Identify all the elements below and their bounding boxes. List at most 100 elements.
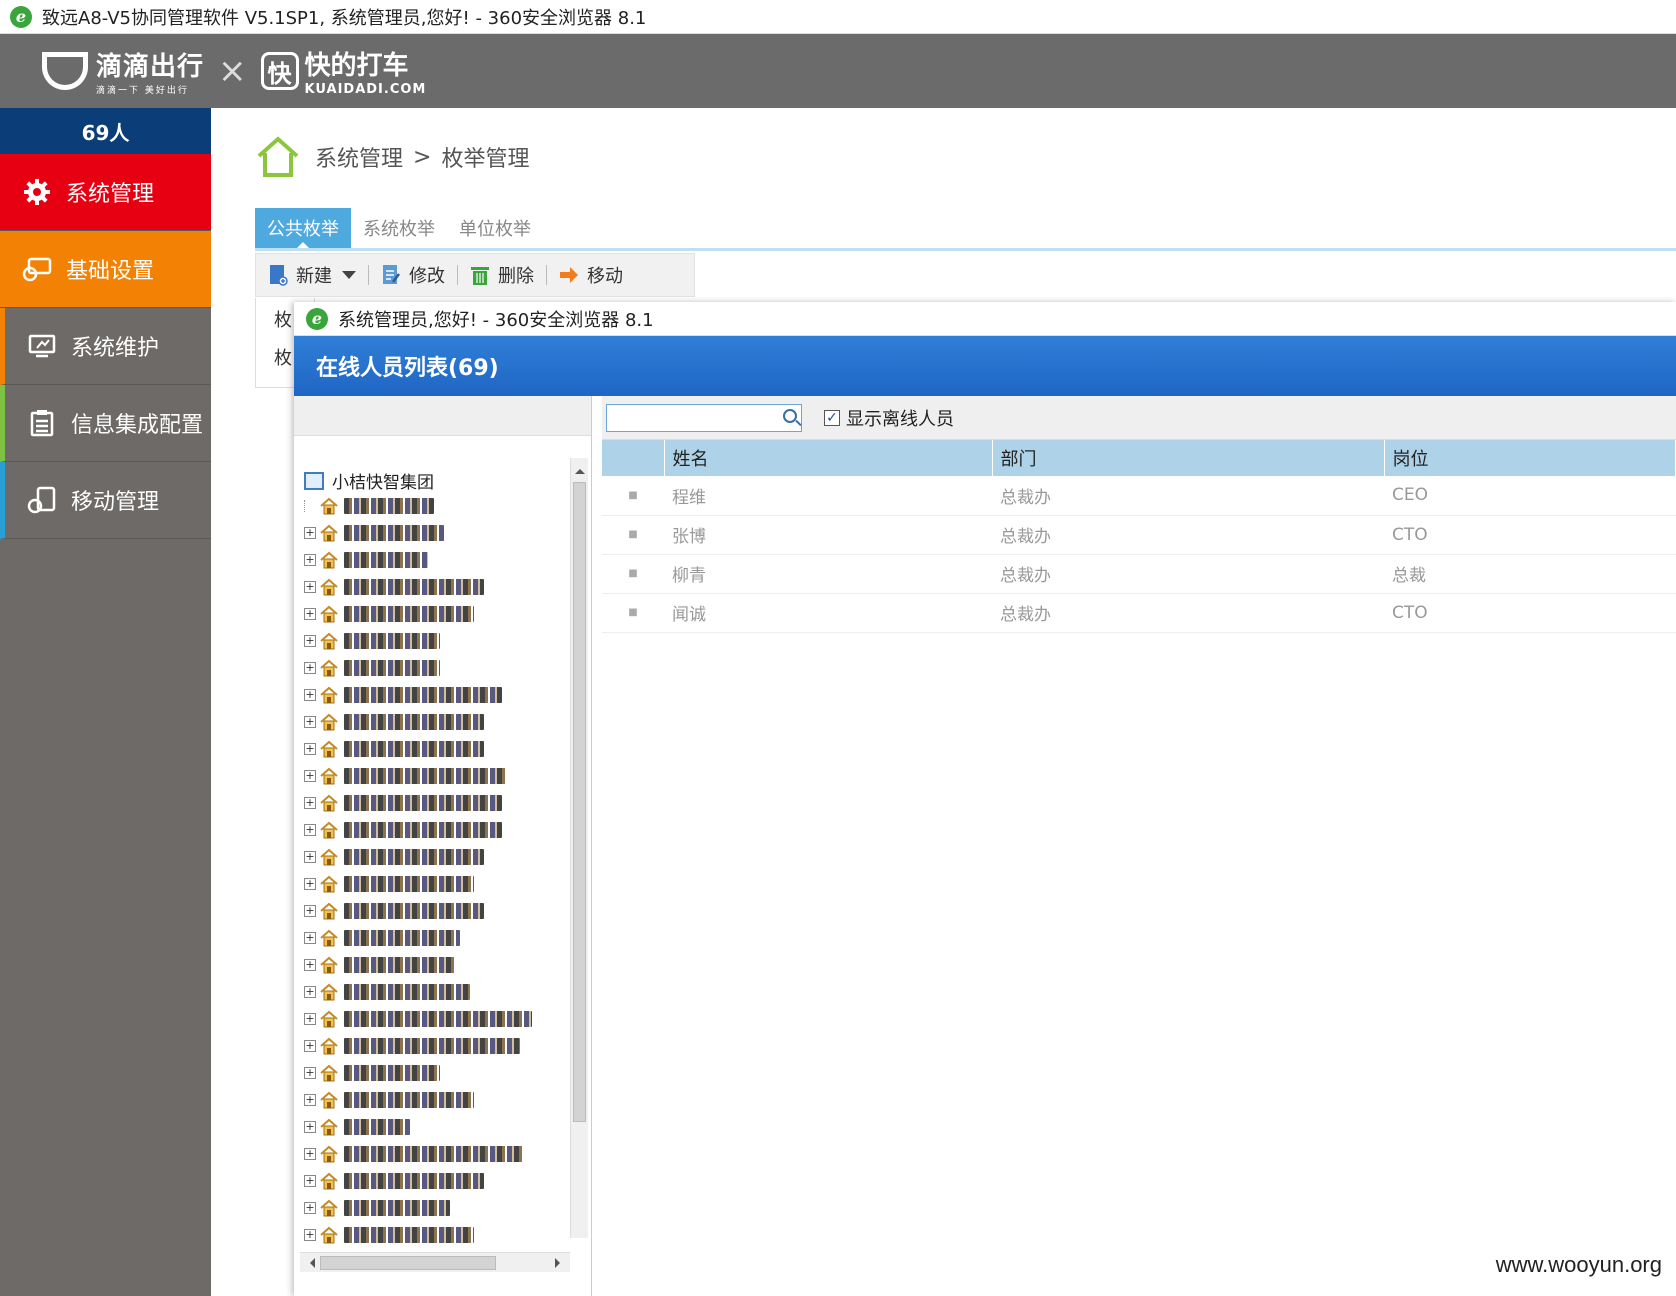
expand-icon[interactable]: +: [304, 931, 316, 944]
expand-icon[interactable]: +: [304, 796, 316, 809]
breadcrumb-root[interactable]: 系统管理: [315, 141, 403, 173]
expand-icon[interactable]: +: [304, 904, 316, 917]
tree-node[interactable]: +: [304, 681, 556, 708]
tree-node[interactable]: +: [304, 816, 556, 843]
new-button[interactable]: 新建: [256, 262, 368, 288]
table-row[interactable]: ■ 柳青 总裁办 总裁: [602, 554, 1676, 594]
expand-icon[interactable]: +: [304, 1120, 316, 1133]
expand-icon[interactable]: +: [304, 634, 316, 647]
tree-vertical-scrollbar[interactable]: [570, 458, 588, 1238]
tree-node[interactable]: +: [304, 735, 556, 762]
tree-node[interactable]: +: [304, 1140, 556, 1167]
tree-node-label-obscured: [344, 1037, 520, 1054]
table-row[interactable]: ■ 程维 总裁办 CEO: [602, 476, 1676, 516]
expand-icon[interactable]: +: [304, 1066, 316, 1079]
tree-node[interactable]: +: [304, 870, 556, 897]
tree-node[interactable]: +: [304, 1194, 556, 1221]
expand-icon[interactable]: +: [304, 580, 316, 593]
tree-node[interactable]: +: [304, 654, 556, 681]
column-header-post[interactable]: 岗位: [1384, 440, 1676, 476]
scroll-right-icon[interactable]: [555, 1258, 565, 1268]
delete-button[interactable]: 删除: [458, 262, 546, 288]
expand-icon[interactable]: +: [304, 742, 316, 755]
sidebar-item-system-maintenance[interactable]: 系统维护: [0, 308, 211, 385]
expand-icon[interactable]: +: [304, 958, 316, 971]
expand-icon[interactable]: +: [304, 769, 316, 782]
sidebar-item-mobile-management[interactable]: 移动管理: [0, 462, 211, 539]
tree-node[interactable]: +: [304, 1086, 556, 1113]
tree-node[interactable]: +: [304, 600, 556, 627]
sidebar-item-integration-config[interactable]: 信息集成配置: [0, 385, 211, 462]
column-header-name[interactable]: 姓名: [664, 440, 993, 476]
column-header-dept[interactable]: 部门: [992, 440, 1385, 476]
expand-icon[interactable]: +: [304, 1093, 316, 1106]
department-icon: [320, 1199, 338, 1216]
department-icon: [320, 1172, 338, 1189]
scrollbar-thumb[interactable]: [320, 1256, 496, 1270]
expand-icon[interactable]: +: [304, 1174, 316, 1187]
tree-node[interactable]: +: [304, 843, 556, 870]
sidebar-item-label: 信息集成配置: [71, 413, 204, 438]
tree-node[interactable]: +: [304, 546, 556, 573]
expand-icon[interactable]: +: [304, 1228, 316, 1241]
tree-node[interactable]: +: [304, 573, 556, 600]
table-row[interactable]: ■ 闻诚 总裁办 CTO: [602, 593, 1676, 633]
home-icon[interactable]: [255, 136, 301, 178]
move-button[interactable]: 移动: [547, 262, 635, 288]
expand-icon[interactable]: +: [304, 877, 316, 890]
scroll-up-icon[interactable]: [575, 464, 585, 474]
expand-icon[interactable]: +: [304, 985, 316, 998]
edit-button[interactable]: 修改: [369, 262, 457, 288]
tree-node[interactable]: +: [304, 1167, 556, 1194]
row-bullet-icon: ■: [602, 554, 664, 594]
tree-node[interactable]: +: [304, 897, 556, 924]
tree-node[interactable]: +: [304, 1005, 556, 1032]
tree-node[interactable]: +: [304, 1059, 556, 1086]
online-count-button[interactable]: 69人: [0, 108, 211, 154]
search-input[interactable]: [607, 404, 777, 431]
search-icon[interactable]: [783, 408, 797, 423]
department-icon: [320, 1064, 338, 1081]
expand-icon[interactable]: +: [304, 1147, 316, 1160]
tree-node-label-obscured: [344, 875, 474, 892]
tree-node[interactable]: +: [304, 924, 556, 951]
expand-icon[interactable]: +: [304, 553, 316, 566]
tab-system-enum[interactable]: 系统枚举: [351, 208, 447, 248]
tree-node[interactable]: [304, 492, 556, 519]
sidebar-item-basic-settings[interactable]: 基础设置: [0, 231, 211, 308]
expand-icon[interactable]: +: [304, 526, 316, 539]
tree-node[interactable]: +: [304, 708, 556, 735]
scroll-left-icon[interactable]: [305, 1258, 315, 1268]
tree-node[interactable]: +: [304, 1113, 556, 1140]
tree-node[interactable]: +: [304, 978, 556, 1005]
expand-icon[interactable]: +: [304, 1201, 316, 1214]
tab-public-enum[interactable]: 公共枚举: [255, 208, 351, 249]
expand-icon[interactable]: +: [304, 823, 316, 836]
tree-node[interactable]: +: [304, 951, 556, 978]
expand-icon[interactable]: +: [304, 850, 316, 863]
chevron-down-icon[interactable]: [342, 271, 356, 279]
tree-horizontal-scrollbar[interactable]: [300, 1252, 570, 1272]
department-icon: [320, 1010, 338, 1027]
table-row[interactable]: ■ 张博 总裁办 CTO: [602, 515, 1676, 555]
department-icon: [320, 1145, 338, 1162]
expand-icon[interactable]: +: [304, 1039, 316, 1052]
expand-icon[interactable]: +: [304, 715, 316, 728]
tree-node[interactable]: +: [304, 519, 556, 546]
tree-node[interactable]: +: [304, 1032, 556, 1059]
sidebar-item-label: 系统维护: [71, 336, 160, 361]
monitor-icon: [27, 331, 57, 361]
tree-node[interactable]: +: [304, 1221, 556, 1248]
expand-icon[interactable]: +: [304, 607, 316, 620]
scrollbar-thumb[interactable]: [573, 482, 586, 1122]
expand-icon[interactable]: +: [304, 688, 316, 701]
tree-root-node[interactable]: 小桔快智集团: [304, 468, 434, 493]
tree-node[interactable]: +: [304, 762, 556, 789]
sidebar-item-system-management[interactable]: 系统管理: [0, 154, 211, 231]
tree-node[interactable]: +: [304, 789, 556, 816]
tree-node[interactable]: +: [304, 627, 556, 654]
show-offline-checkbox[interactable]: ✓: [824, 409, 840, 426]
expand-icon[interactable]: +: [304, 1012, 316, 1025]
tab-unit-enum[interactable]: 单位枚举: [447, 208, 543, 248]
expand-icon[interactable]: +: [304, 661, 316, 674]
